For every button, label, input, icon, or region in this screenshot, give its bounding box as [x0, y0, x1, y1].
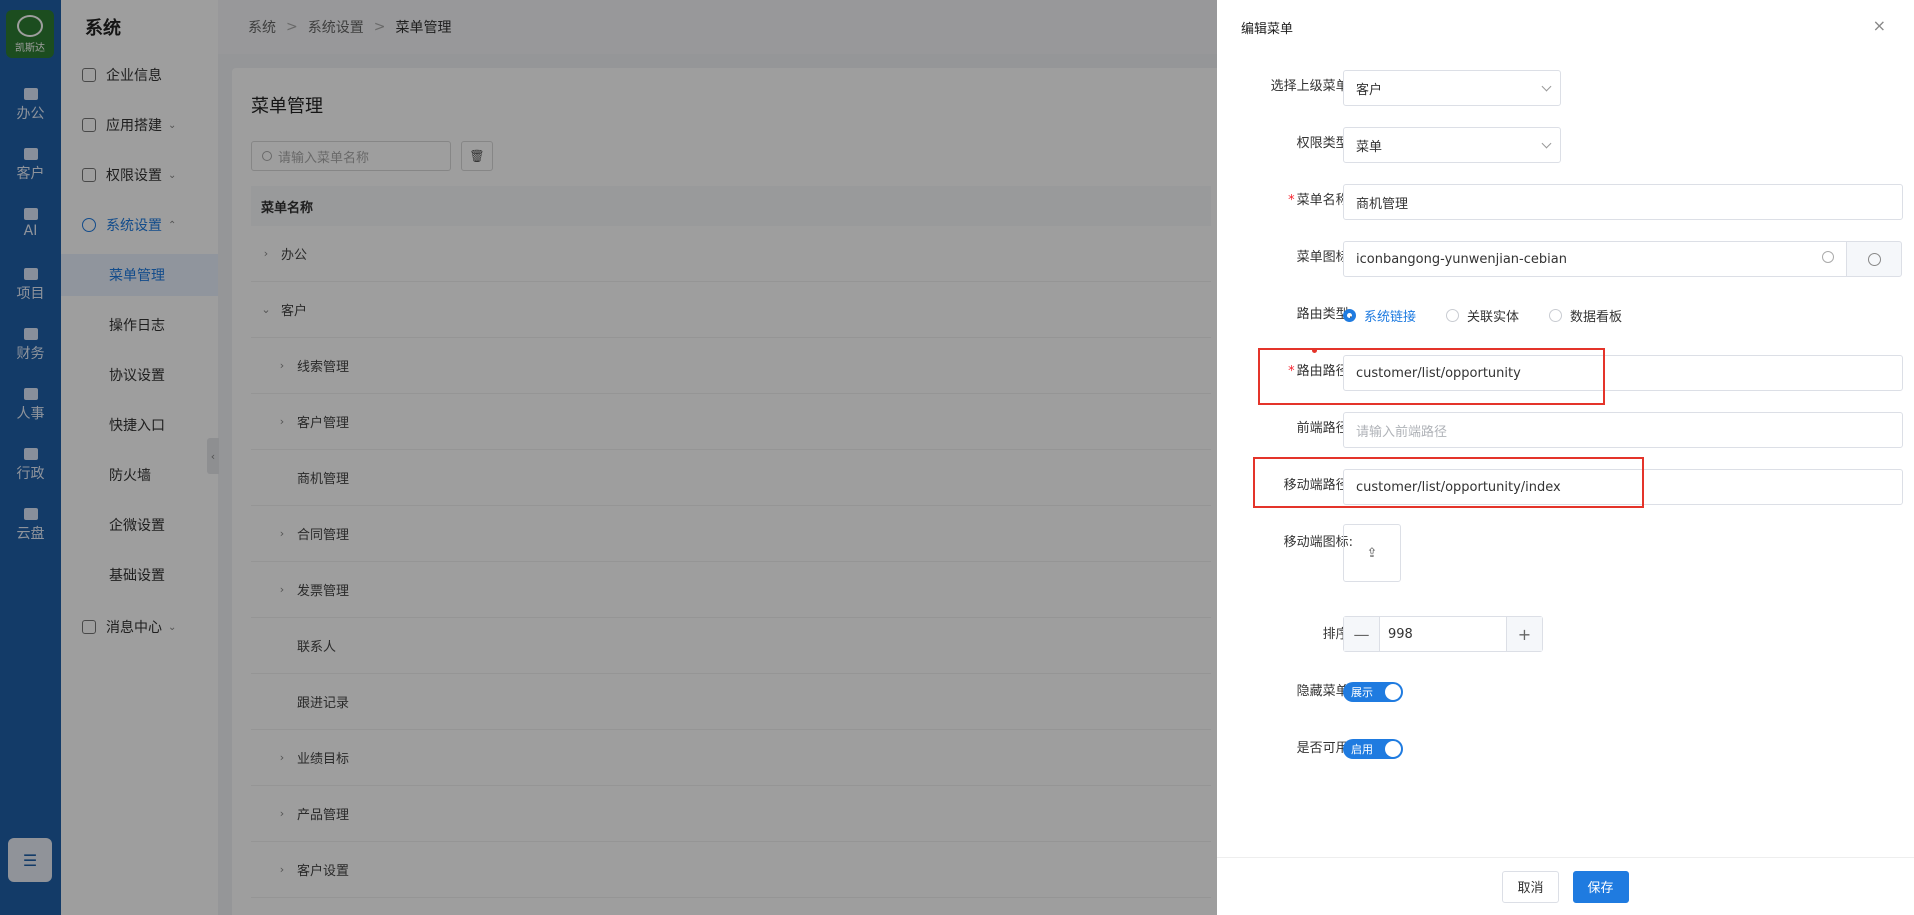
frontend-path-input[interactable]: 请输入前端路径: [1343, 412, 1903, 448]
field-route-type: 路由类型: 系统链接 关联实体 数据看板: [1217, 296, 1914, 334]
upload-button[interactable]: ⇪: [1343, 524, 1401, 582]
perm-type-select[interactable]: 菜单: [1343, 127, 1561, 163]
radio-related-entity[interactable]: 关联实体: [1446, 306, 1519, 325]
upload-icon: ⇪: [1366, 545, 1378, 561]
field-sort: 排序: — 998 +: [1217, 616, 1914, 654]
field-menu-icon: 菜单图标: iconbangong-yunwenjian-cebian: [1217, 239, 1914, 277]
radio-system-link[interactable]: 系统链接: [1343, 306, 1416, 325]
required-marker: *: [1288, 193, 1295, 208]
icon-picker-button[interactable]: [1846, 241, 1902, 277]
radio-dashboard[interactable]: 数据看板: [1549, 306, 1622, 325]
close-icon[interactable]: ×: [1873, 16, 1886, 35]
field-parent-menu: 选择上级菜单: 客户: [1217, 68, 1914, 106]
parent-menu-select[interactable]: 客户: [1343, 70, 1561, 106]
chevron-down-icon: [1541, 81, 1552, 92]
field-perm-type: 权限类型: 菜单: [1217, 125, 1914, 163]
chevron-down-icon: [1541, 138, 1552, 149]
menu-name-input[interactable]: 商机管理: [1343, 184, 1903, 220]
add-circle-icon: [1867, 252, 1881, 266]
drawer-footer: 取消 保存: [1217, 857, 1914, 915]
field-mobile-icon: 移动端图标: ⇪: [1217, 524, 1914, 582]
radio-checked-icon: [1343, 308, 1356, 322]
field-menu-name: * 菜单名称: 商机管理: [1217, 182, 1914, 220]
modal-overlay[interactable]: [0, 0, 1217, 915]
decrement-button[interactable]: —: [1344, 617, 1380, 651]
increment-button[interactable]: +: [1506, 617, 1542, 651]
radio-unchecked-icon: [1446, 308, 1460, 322]
enabled-toggle[interactable]: 启用: [1343, 739, 1403, 759]
save-button[interactable]: 保存: [1572, 870, 1629, 903]
highlight-box-route-path: [1258, 348, 1605, 405]
edit-menu-drawer: 编辑菜单 × 选择上级菜单: 客户 权限类型: 菜单 * 菜单名称: 商机管理 菜…: [1217, 0, 1914, 915]
field-label: 选择上级菜单:: [1270, 79, 1353, 94]
route-type-radio-group: 系统链接 关联实体 数据看板: [1343, 296, 1652, 334]
cancel-button[interactable]: 取消: [1502, 870, 1559, 903]
sort-value[interactable]: 998: [1380, 627, 1506, 642]
highlight-box-mobile-path: [1253, 457, 1644, 508]
toggle-knob: [1385, 741, 1401, 757]
field-frontend-path: 前端路径: 请输入前端路径: [1217, 410, 1914, 448]
drawer-title: 编辑菜单: [1241, 22, 1294, 37]
radio-unchecked-icon: [1549, 308, 1563, 322]
menu-icon-input[interactable]: iconbangong-yunwenjian-cebian: [1343, 241, 1848, 277]
toggle-knob: [1385, 684, 1401, 700]
field-enabled: 是否可用: 启用: [1217, 730, 1914, 768]
field-hide-menu: 隐藏菜单: 展示: [1217, 673, 1914, 711]
sort-stepper[interactable]: — 998 +: [1343, 616, 1543, 652]
clear-icon[interactable]: [1822, 251, 1834, 263]
hide-menu-toggle[interactable]: 展示: [1343, 682, 1403, 702]
